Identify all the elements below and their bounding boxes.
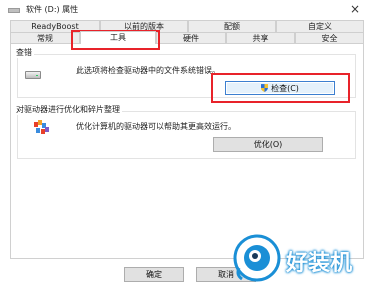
tab-sharing[interactable]: 共享	[226, 32, 295, 43]
tab-customize[interactable]: 自定义	[276, 20, 364, 32]
check-button-label: 检查(C)	[271, 84, 299, 93]
check-description: 此选项将检查驱动器中的文件系统错误。	[76, 66, 220, 75]
watermark-text: 好装机	[286, 251, 353, 276]
optimize-button[interactable]: 优化(O)	[213, 137, 323, 152]
tab-tools[interactable]: 工具	[80, 31, 156, 44]
tab-quota[interactable]: 配额	[188, 20, 276, 32]
tab-row-top: ReadyBoost 以前的版本 配额 自定义	[10, 20, 364, 32]
watermark-logo: 好装机	[232, 233, 364, 285]
check-section-title: 查错	[16, 47, 34, 58]
watermark-badge-icon	[233, 234, 281, 282]
window-title: 软件 (D:) 属性	[26, 5, 79, 14]
optimize-description: 优化计算机的驱动器可以帮助其更高效运行。	[76, 122, 236, 131]
tab-security[interactable]: 安全	[295, 32, 364, 43]
close-button[interactable]: ×	[344, 1, 366, 17]
uac-shield-icon	[261, 84, 269, 92]
tab-hardware[interactable]: 硬件	[156, 32, 226, 43]
drive-title-icon	[8, 8, 20, 13]
drive-icon	[25, 71, 41, 79]
defrag-icon	[34, 120, 49, 134]
check-button[interactable]: 检查(C)	[225, 81, 335, 95]
tab-row-bottom: 常规 工具 硬件 共享 安全	[10, 31, 364, 44]
ok-button[interactable]: 确定	[124, 267, 184, 282]
title-bar: 软件 (D:) 属性 ×	[0, 0, 374, 20]
optimize-section-title: 对驱动器进行优化和碎片整理	[16, 104, 122, 115]
tab-general[interactable]: 常规	[10, 32, 80, 43]
